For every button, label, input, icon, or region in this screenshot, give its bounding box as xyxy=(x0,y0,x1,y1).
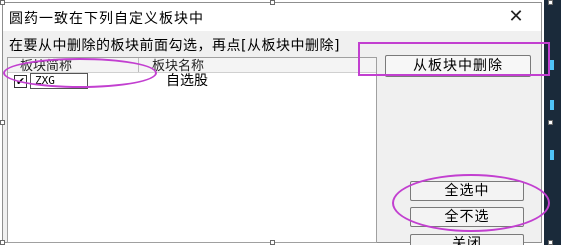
delete-from-block-button[interactable]: 从板块中删除 xyxy=(385,55,531,77)
block-code-cell: ZXG xyxy=(30,73,88,89)
close-button[interactable]: 关闭 xyxy=(410,234,524,245)
select-all-button[interactable]: 全选中 xyxy=(410,181,524,201)
resize-handle[interactable] xyxy=(548,120,553,125)
custom-block-dialog: 圆药一致在下列自定义板块中 ✕ 在要从中删除的板块前面勾选，再点[从板块中删除]… xyxy=(2,2,542,245)
row-checkbox[interactable]: ✔ xyxy=(14,75,27,88)
block-name-cell: 自选股 xyxy=(166,73,208,89)
dialog-title: 圆药一致在下列自定义板块中 xyxy=(9,11,204,27)
block-list[interactable]: 板块简称 板块名称 ✔ ZXG 自选股 xyxy=(7,57,377,243)
close-icon[interactable]: ✕ xyxy=(505,6,527,28)
strip-marker xyxy=(550,100,554,110)
column-divider[interactable] xyxy=(138,58,139,72)
resize-handle[interactable] xyxy=(270,0,275,5)
dialog-titlebar: 圆药一致在下列自定义板块中 ✕ xyxy=(3,3,541,31)
resize-handle[interactable] xyxy=(0,240,5,245)
resize-handle[interactable] xyxy=(0,0,5,5)
resize-handle[interactable] xyxy=(0,120,5,125)
resize-handle[interactable] xyxy=(548,0,553,5)
strip-marker xyxy=(550,60,554,70)
deselect-all-button[interactable]: 全不选 xyxy=(410,207,524,227)
resize-handle[interactable] xyxy=(548,240,553,245)
instruction-text: 在要从中删除的板块前面勾选，再点[从板块中删除] xyxy=(9,38,340,54)
list-header: 板块简称 板块名称 xyxy=(8,58,376,73)
strip-marker xyxy=(550,150,554,160)
list-item[interactable]: ✔ ZXG 自选股 xyxy=(8,73,376,90)
resize-handle[interactable] xyxy=(270,240,275,245)
column-header-name[interactable]: 板块名称 xyxy=(152,58,204,72)
column-header-code[interactable]: 板块简称 xyxy=(20,58,72,72)
